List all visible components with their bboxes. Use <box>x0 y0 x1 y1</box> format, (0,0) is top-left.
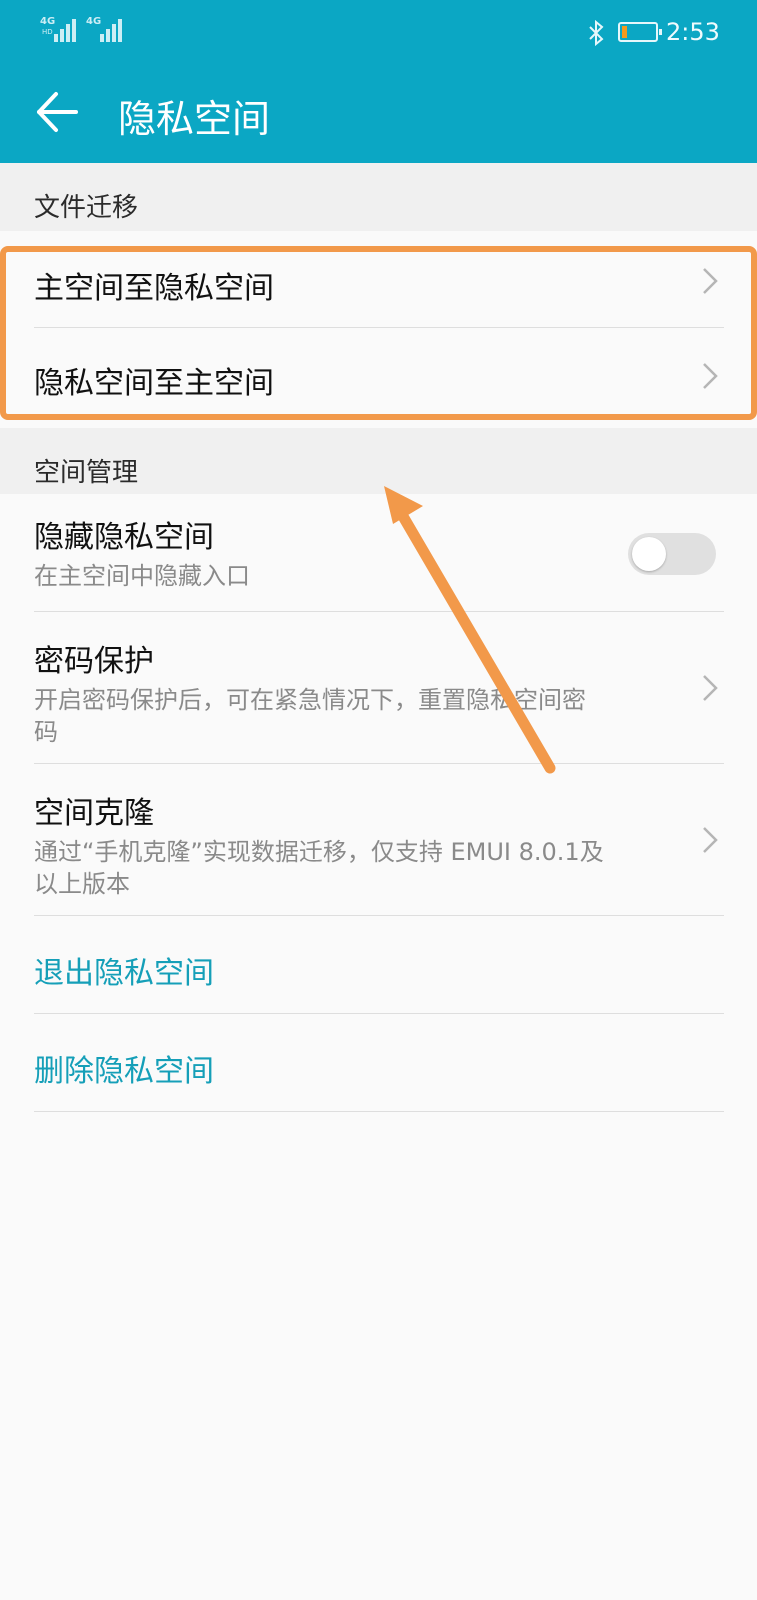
main-to-private-item[interactable]: 主空间至隐私空间 <box>34 255 724 325</box>
app-bar: 4G HD 4G 2:53 隐私空间 <box>0 0 757 163</box>
delete-private-space-button[interactable]: 删除隐私空间 <box>34 1046 214 1090</box>
divider <box>34 1013 724 1014</box>
divider <box>34 915 724 916</box>
row-description-cont: 码 <box>34 718 58 746</box>
status-bar: 4G HD 4G 2:53 <box>0 0 757 64</box>
space-clone-item[interactable]: 空间克隆 通过“手机克隆”实现数据迁移，仅支持 EMUI 8.0.1及 以上版本 <box>34 788 724 900</box>
row-label: 隐私空间至主空间 <box>34 366 274 401</box>
battery-level-fill <box>622 26 627 38</box>
arrow-left-icon <box>37 92 78 132</box>
signal-bars-icon <box>100 18 130 42</box>
chevron-right-icon <box>703 827 718 853</box>
page-title: 隐私空间 <box>118 97 271 141</box>
exit-private-space-button[interactable]: 退出隐私空间 <box>34 948 214 992</box>
private-to-main-item[interactable]: 隐私空间至主空间 <box>34 350 724 420</box>
bluetooth-icon <box>589 20 604 46</box>
divider <box>34 611 724 612</box>
section-header-file-transfer: 文件迁移 <box>0 163 757 231</box>
row-title: 密码保护 <box>34 644 154 679</box>
row-description: 在主空间中隐藏入口 <box>34 562 250 590</box>
section-header-space-management: 空间管理 <box>0 428 757 494</box>
hide-private-space-toggle[interactable] <box>628 533 716 575</box>
row-description: 通过“手机克隆”实现数据迁移，仅支持 EMUI 8.0.1及 <box>34 838 604 866</box>
section-title: 空间管理 <box>34 458 139 488</box>
back-button[interactable] <box>36 90 80 134</box>
password-protection-item[interactable]: 密码保护 开启密码保护后，可在紧急情况下，重置隐私空间密 码 <box>34 636 724 748</box>
chevron-right-icon <box>703 268 718 294</box>
network-type-label: 4G <box>86 16 102 27</box>
battery-icon <box>618 22 662 42</box>
chevron-right-icon <box>703 675 718 701</box>
network-type-label: 4G <box>40 16 56 27</box>
divider <box>34 763 724 764</box>
row-label: 主空间至隐私空间 <box>34 271 274 306</box>
divider <box>34 327 724 328</box>
toggle-knob <box>632 537 666 571</box>
row-description: 开启密码保护后，可在紧急情况下，重置隐私空间密 <box>34 686 586 714</box>
signal-bars-icon <box>54 18 84 42</box>
row-description-cont: 以上版本 <box>34 870 130 898</box>
row-title: 空间克隆 <box>34 796 154 831</box>
status-time: 2:53 <box>666 18 720 46</box>
chevron-right-icon <box>703 363 718 389</box>
hd-label: HD <box>42 28 53 36</box>
hide-private-space-item: 隐藏隐私空间 在主空间中隐藏入口 <box>34 512 724 594</box>
section-title: 文件迁移 <box>34 193 139 223</box>
row-title: 隐藏隐私空间 <box>34 520 214 555</box>
divider <box>34 1111 724 1112</box>
